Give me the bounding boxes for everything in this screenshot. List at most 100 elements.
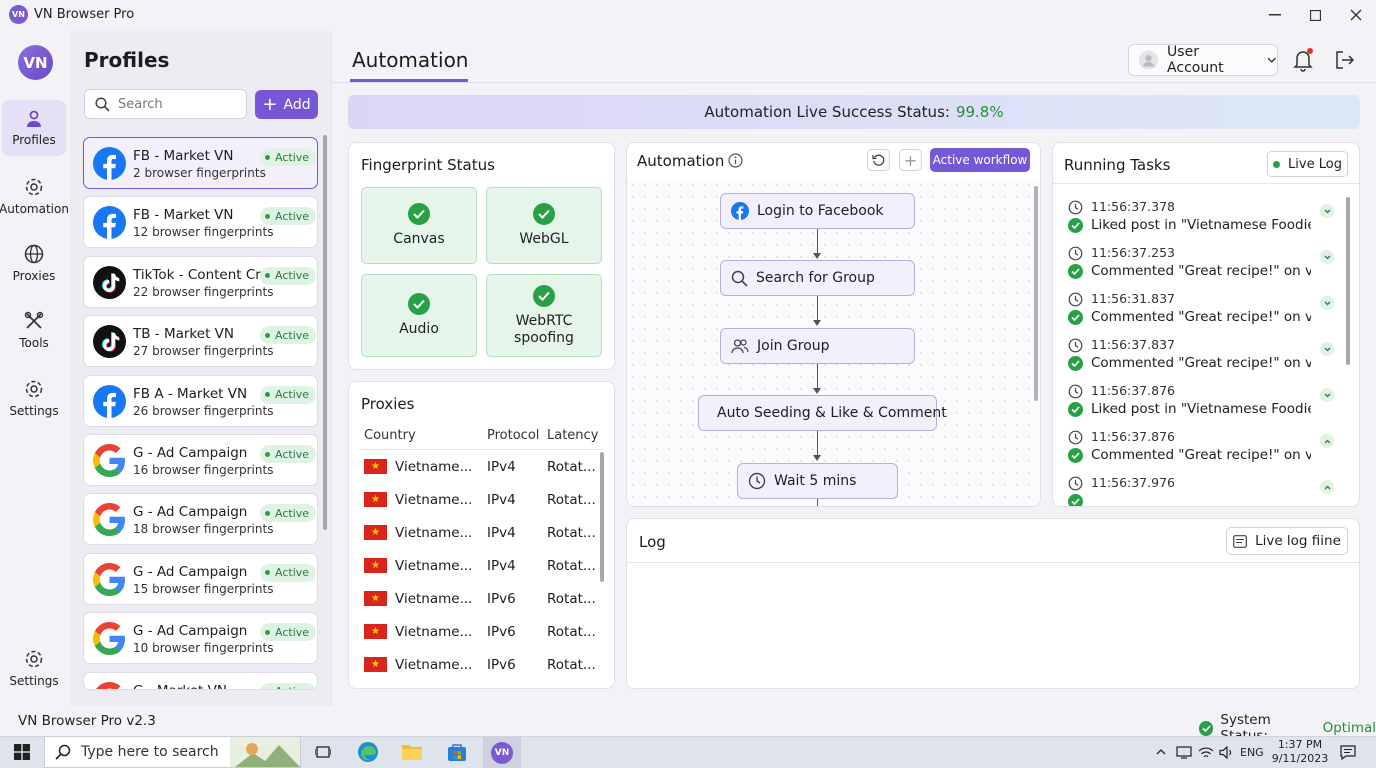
- profile-scrollbar[interactable]: [323, 135, 327, 530]
- table-row[interactable]: ★ Vietname... IPv4 Rotat...: [360, 517, 605, 550]
- workflow-node-seeding[interactable]: Auto Seeding & Like & Comment: [698, 395, 947, 431]
- list-item[interactable]: 11:56:31.837 Commented "Great recipe!" on…: [1066, 291, 1336, 337]
- explorer-taskbar-button[interactable]: [401, 742, 423, 762]
- proxy-scrollbar[interactable]: [600, 452, 604, 582]
- taskbar-clock[interactable]: 1:37 PM 9/11/2023: [1270, 738, 1330, 766]
- table-row[interactable]: ★ Vietname... IPv6 Rotat...: [360, 583, 605, 616]
- profile-card[interactable]: G - Ad Campaign 10 browser fingerprints Ac…: [83, 612, 318, 665]
- workflow-node-search[interactable]: Search for Group: [720, 260, 915, 296]
- language-indicator[interactable]: ENG: [1240, 746, 1264, 759]
- windows-start-button[interactable]: [11, 742, 33, 762]
- nav-item-settings-bottom[interactable]: Settings: [2, 640, 66, 696]
- list-item[interactable]: 11:56:37.378 Liked post in "Vietnamese Fo…: [1066, 199, 1336, 245]
- profile-card[interactable]: FB - Market VN 12 browser fingerprints Act…: [83, 196, 318, 249]
- profile-card[interactable]: FB - Market VN 2 browser fingerprints Acti…: [83, 137, 318, 189]
- list-item[interactable]: 11:56:37.876 Commented "Great recipe!" on…: [1066, 429, 1336, 475]
- task-time: 11:56:37.976: [1091, 475, 1175, 490]
- proxy-latency: Rotat...: [547, 591, 596, 607]
- taskbar-search[interactable]: Type here to search: [44, 736, 301, 768]
- table-row[interactable]: ★ Vietname... IPv4 Rotat...: [360, 451, 605, 484]
- volume-tray-button[interactable]: [1216, 742, 1238, 762]
- notification-center-button[interactable]: [1337, 742, 1359, 762]
- table-row[interactable]: ★ Vietname... IPv6 Rotat...: [360, 616, 605, 649]
- profile-card[interactable]: G - Ad Campaign 15 browser fingerprints Ac…: [83, 552, 318, 605]
- chat-icon: [1340, 744, 1356, 760]
- proxy-latency: Rotat...: [547, 525, 596, 541]
- chevron-up-icon[interactable]: [1320, 480, 1334, 494]
- chevron-up-icon[interactable]: [1320, 434, 1334, 448]
- list-item[interactable]: 11:56:37.253 Commented "Great recipe!" on…: [1066, 245, 1336, 291]
- task-time: 11:56:31.837: [1091, 291, 1175, 306]
- workflow-node-wait[interactable]: Wait 5 mins: [737, 463, 898, 499]
- chevron-down-icon[interactable]: [1320, 342, 1334, 356]
- proxy-country: Vietname...: [395, 591, 473, 607]
- profile-card[interactable]: FB A - Market VN 26 browser fingerprints A…: [83, 374, 318, 427]
- tray-overflow-button[interactable]: [1150, 742, 1172, 762]
- status-text: Active: [275, 328, 310, 342]
- profile-card[interactable]: TikTok - Content Cre 22 browser fingerpri…: [83, 255, 318, 308]
- proxy-protocol: IPv6: [487, 591, 516, 607]
- live-dot: [1273, 160, 1281, 168]
- minimize-button[interactable]: [1263, 4, 1287, 26]
- table-row[interactable]: ★ Vietname... IPv4 Rotat...: [360, 484, 605, 517]
- chevron-down-icon[interactable]: [1320, 388, 1334, 402]
- list-item[interactable]: 11:56:37.837 Commented "Great recipe!" on…: [1066, 337, 1336, 383]
- col-latency: Latency: [547, 428, 599, 443]
- list-item[interactable]: 11:56:37.976: [1066, 475, 1336, 506]
- info-icon[interactable]: [728, 153, 743, 172]
- profile-card[interactable]: TB - Market VN 27 browser fingerprints Act…: [83, 315, 318, 368]
- facebook-icon: [93, 384, 126, 418]
- chevron-down-icon[interactable]: [1320, 250, 1334, 264]
- task-message: Liked post in "Vietnamese Foodies": [1091, 401, 1311, 417]
- profile-card[interactable]: G - Ad Campaign 16 browser fingerprints Ac…: [83, 434, 318, 486]
- notification-button[interactable]: [1293, 48, 1315, 76]
- vietnam-flag-icon: ★: [364, 492, 387, 507]
- nav-item-profiles[interactable]: Profiles: [2, 100, 66, 156]
- chevron-down-icon[interactable]: [1320, 296, 1334, 310]
- workflow-scrollbar[interactable]: [1034, 186, 1038, 401]
- nav-item-proxies[interactable]: Proxies: [2, 235, 66, 291]
- nav-item-tools[interactable]: Tools: [2, 302, 66, 358]
- profile-search-input[interactable]: Search: [84, 89, 247, 119]
- node-label: Wait 5 mins: [774, 473, 857, 489]
- workflow-node-login[interactable]: Login to Facebook: [720, 193, 915, 229]
- add-profile-button[interactable]: + Add: [255, 90, 318, 119]
- profile-fingerprints: 15 browser fingerprints: [133, 581, 274, 596]
- maximize-button[interactable]: [1303, 4, 1327, 26]
- connector: [817, 296, 818, 321]
- nav-label: Automation: [0, 202, 69, 216]
- tiktok-icon: [93, 265, 126, 299]
- table-row[interactable]: ★ Vietname... IPv4 Rotat...: [360, 550, 605, 583]
- table-row[interactable]: ★ Vietname... IPv6 Rotat...: [360, 649, 605, 682]
- workflow-node-join[interactable]: Join Group: [720, 328, 915, 364]
- logout-button[interactable]: [1334, 50, 1355, 74]
- list-item[interactable]: 11:56:37.876 Liked post in "Vietnamese Fo…: [1066, 383, 1336, 429]
- nav-item-settings[interactable]: Settings: [2, 370, 66, 426]
- task-view-button[interactable]: [312, 742, 334, 762]
- live-log-file-button[interactable]: Live log fiine: [1226, 527, 1348, 555]
- tasks-list: 11:56:37.378 Liked post in "Vietnamese Fo…: [1053, 184, 1359, 506]
- user-account-button[interactable]: User Account: [1128, 44, 1278, 76]
- active-workflow-button[interactable]: Active workflow: [930, 148, 1030, 172]
- nav-label: Settings: [9, 674, 59, 688]
- profile-card[interactable]: G - Ad Campaign 18 browser fingerprints Ac…: [83, 493, 318, 546]
- profile-card[interactable]: G - Market VN Active: [83, 671, 318, 690]
- add-step-button[interactable]: +: [899, 149, 922, 171]
- tasks-scrollbar[interactable]: [1346, 197, 1350, 365]
- fingerprint-canvas: Canvas: [361, 187, 477, 264]
- refresh-button[interactable]: [867, 149, 890, 171]
- store-taskbar-button[interactable]: [446, 742, 468, 762]
- vn-taskbar-button[interactable]: VN: [483, 737, 521, 768]
- search-icon: [731, 270, 748, 287]
- edge-taskbar-button[interactable]: [357, 742, 379, 762]
- wifi-tray-button[interactable]: [1195, 742, 1217, 762]
- check-icon: [1199, 720, 1214, 736]
- clock-icon: [1068, 292, 1083, 307]
- profile-fingerprints: 27 browser fingerprints: [133, 344, 274, 359]
- chevron-down-icon[interactable]: [1320, 204, 1334, 218]
- close-button[interactable]: [1344, 4, 1368, 26]
- clock-icon: [1068, 430, 1083, 445]
- live-log-button[interactable]: Live Log: [1267, 151, 1348, 177]
- network-tray-button[interactable]: [1173, 742, 1195, 762]
- nav-item-automation[interactable]: Automation: [0, 168, 69, 224]
